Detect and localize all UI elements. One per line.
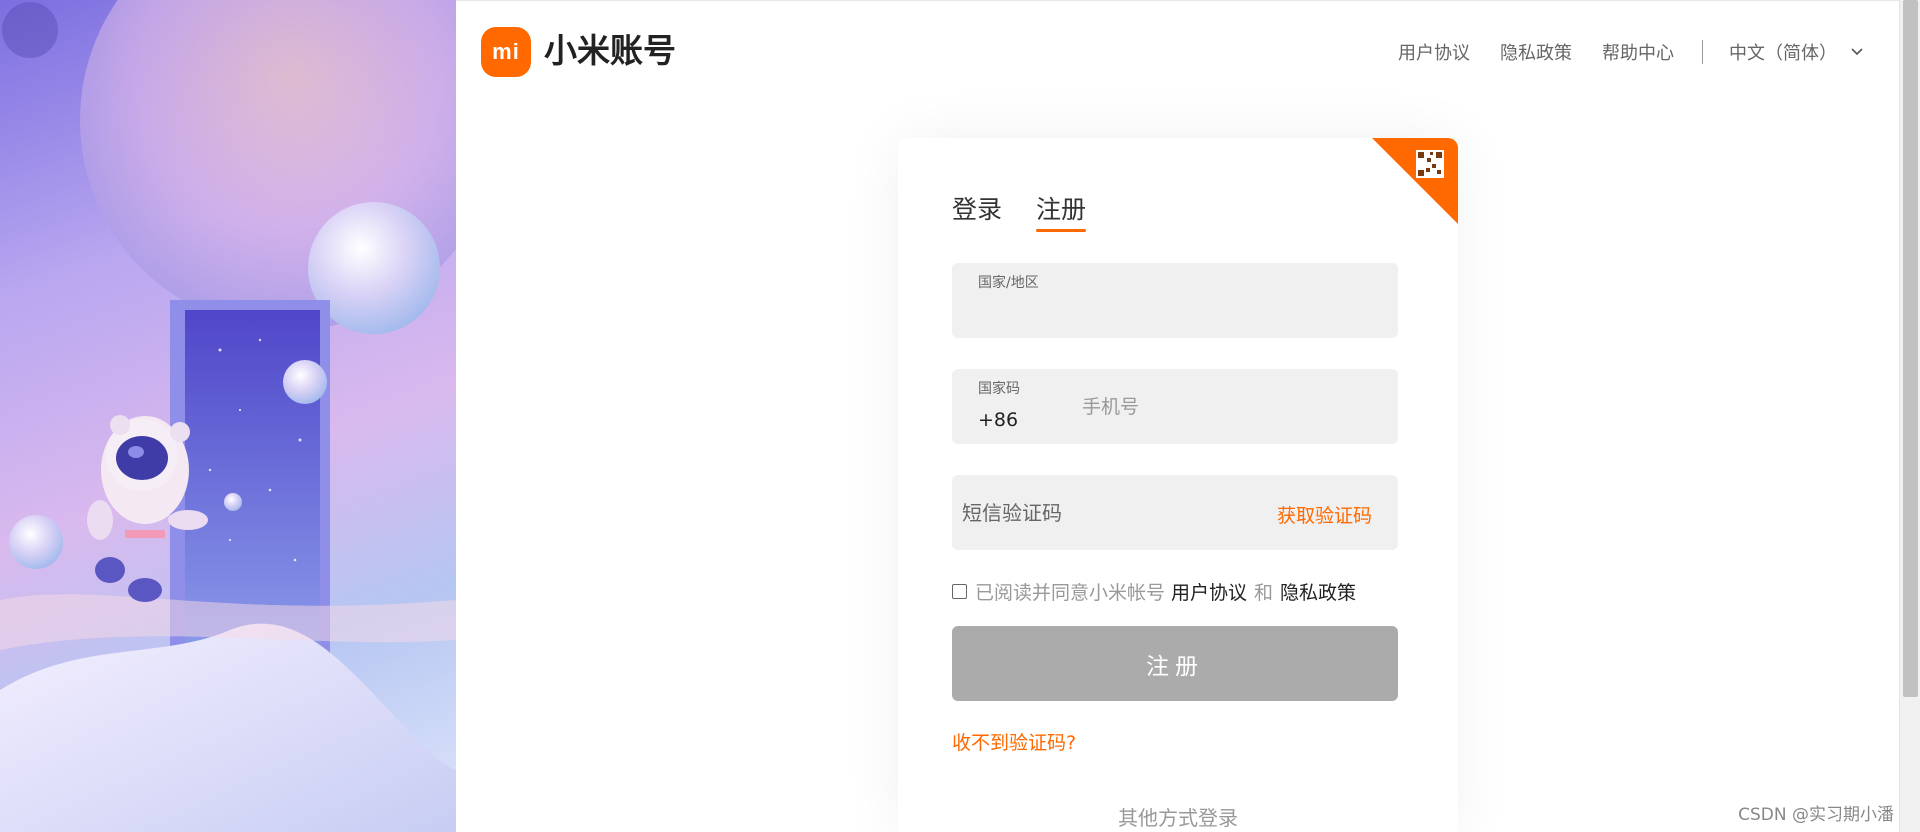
top-nav: 用户协议 隐私政策 帮助中心 中文（简体）	[1368, 39, 1863, 65]
region-label: 国家/地区	[978, 275, 1039, 291]
chevron-down-icon	[1851, 45, 1863, 60]
sms-code-input[interactable]	[962, 495, 1232, 531]
hero-illustration	[0, 0, 456, 832]
page-title: 小米账号	[544, 31, 676, 70]
scrollbar-thumb[interactable]	[1903, 0, 1918, 697]
no-code-link[interactable]: 收不到验证码?	[952, 728, 1076, 755]
country-code-label: 国家码	[978, 381, 1020, 397]
country-code-select[interactable]: +86	[978, 409, 1018, 431]
qr-code-login-icon[interactable]	[1372, 138, 1458, 224]
agreement-row: 已阅读并同意小米帐号 用户协议 和 隐私政策	[952, 578, 1356, 605]
vertical-scrollbar[interactable]	[1899, 0, 1920, 832]
agreement-checkbox[interactable]	[952, 584, 967, 599]
sms-field-group: 获取验证码	[952, 475, 1398, 550]
agreement-privacy-link[interactable]: 隐私政策	[1280, 578, 1356, 605]
tab-register[interactable]: 注册	[1036, 190, 1087, 232]
nav-divider	[1702, 40, 1703, 64]
phone-field-group: 国家码 +86	[952, 369, 1398, 444]
nav-user-agreement[interactable]: 用户协议	[1398, 39, 1470, 65]
other-login-label[interactable]: 其他方式登录	[898, 802, 1458, 831]
phone-input[interactable]	[1082, 391, 1372, 423]
nav-privacy-policy[interactable]: 隐私政策	[1500, 39, 1572, 65]
agreement-text: 已阅读并同意小米帐号	[975, 582, 1166, 604]
agreement-and-text: 和	[1254, 582, 1274, 604]
xiaomi-logo-icon[interactable]: mi	[481, 27, 531, 77]
get-code-button[interactable]: 获取验证码	[1277, 501, 1372, 528]
register-card: 登录 注册 国家/地区 国家码 +86 获取验证码 已阅读并同意小米帐号 用户协…	[898, 138, 1458, 832]
top-header: mi 小米账号 用户协议 隐私政策 帮助中心 中文（简体）	[456, 0, 1899, 100]
register-button[interactable]: 注册	[952, 626, 1398, 701]
language-selector[interactable]: 中文（简体）	[1729, 39, 1863, 65]
agreement-user-link[interactable]: 用户协议	[1171, 578, 1247, 605]
astronaut-illustration	[0, 0, 456, 832]
watermark: CSDN @实习期小潘	[1738, 805, 1894, 825]
auth-tabs: 登录 注册	[952, 190, 1120, 232]
nav-help-center[interactable]: 帮助中心	[1602, 39, 1674, 65]
logo-mark-text: mi	[492, 39, 520, 64]
region-select[interactable]: 国家/地区	[952, 263, 1398, 338]
language-label: 中文（简体）	[1729, 43, 1837, 64]
tab-login[interactable]: 登录	[952, 190, 1002, 226]
